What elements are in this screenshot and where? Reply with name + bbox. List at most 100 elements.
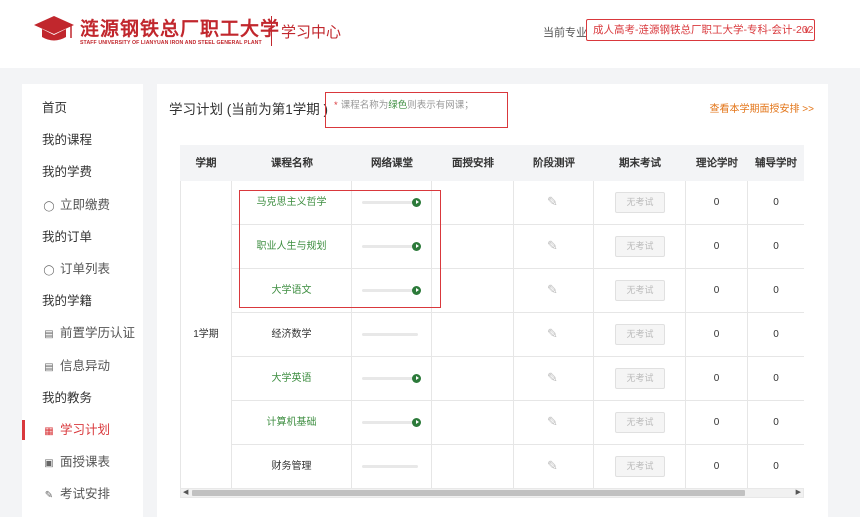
column-header-7: 辅导学时 [755, 157, 797, 169]
table-header: 学期 课程名称 网络课堂 面授安排 阶段测评 期末考试 理论学时 辅导学时 [180, 145, 804, 181]
logo-subtext: STAFF UNIVERSITY OF LIANYUAN IRON AND ST… [80, 40, 262, 46]
sidebar-item-1[interactable]: 我的课程 [22, 124, 143, 156]
table-row: 计算机基础 ✎ 无考试 0 0 [232, 401, 804, 445]
stage-test-cell: ✎ [514, 181, 594, 224]
no-exam-button[interactable]: 无考试 [615, 368, 665, 389]
face-schedule-cell [432, 313, 514, 356]
sidebar-item-label: 我的订单 [42, 229, 93, 244]
sidebar-item-5[interactable]: ◯ 订单列表 [22, 253, 143, 285]
course-name[interactable]: 职业人生与规划 [232, 225, 352, 268]
course-name[interactable]: 计算机基础 [232, 401, 352, 444]
sidebar-item-12[interactable]: ✎ 考试安排 [22, 478, 143, 510]
no-exam-button[interactable]: 无考试 [615, 236, 665, 257]
column-header-3: 面授安排 [452, 157, 494, 169]
sidebar-item-8[interactable]: ▤ 信息异动 [22, 350, 143, 382]
scroll-left-icon[interactable]: ◀ [183, 489, 188, 497]
theory-hours: 0 [686, 313, 748, 356]
stage-test-cell: ✎ [514, 313, 594, 356]
theory-hours: 0 [686, 181, 748, 224]
tutor-hours: 0 [773, 373, 779, 384]
sidebar-item-label: 首页 [42, 101, 68, 115]
sidebar-item-label: 立即缴费 [60, 197, 111, 212]
scrollbar-thumb[interactable] [192, 490, 745, 496]
no-exam-button[interactable]: 无考试 [615, 324, 665, 345]
progress-bar [362, 421, 418, 424]
tutor-hours: 0 [773, 197, 779, 208]
sidebar-item-2[interactable]: 我的学费 [22, 156, 143, 188]
course-name[interactable]: 马克思主义哲学 [232, 181, 352, 224]
logo[interactable]: 涟源钢铁总厂职工大学 STAFF UNIVERSITY OF LIANYUAN … [34, 12, 279, 52]
note-prefix: 课程名称为 [340, 100, 389, 111]
play-icon[interactable] [412, 286, 421, 295]
horizontal-scrollbar[interactable]: ◀ ▶ [180, 488, 804, 498]
sidebar-item-7[interactable]: ▤ 前置学历认证 [22, 317, 143, 349]
table-row: 财务管理 ✎ 无考试 0 0 [232, 445, 804, 489]
sidebar-item-10[interactable]: ▦ 学习计划 [22, 414, 143, 446]
calendar-icon: ▣ [44, 458, 54, 470]
tutor-hours: 0 [773, 241, 779, 252]
edit-icon[interactable]: ✎ [547, 326, 558, 342]
sidebar-item-4[interactable]: 我的订单 [22, 221, 143, 253]
logo-text: 涟源钢铁总厂职工大学 [80, 19, 281, 40]
header-subtitle: 学习中心 [281, 24, 342, 41]
stage-test-cell: ✎ [514, 269, 594, 312]
edit-icon[interactable]: ✎ [547, 458, 558, 474]
online-class-cell [352, 445, 432, 488]
edit-icon[interactable]: ✎ [547, 194, 558, 210]
edit-icon[interactable]: ✎ [547, 282, 558, 298]
final-exam-cell: 无考试 [594, 225, 686, 268]
play-icon[interactable] [412, 374, 421, 383]
sidebar-item-label: 面授课表 [60, 455, 111, 470]
theory-hours: 0 [686, 445, 748, 488]
no-exam-button[interactable]: 无考试 [615, 412, 665, 433]
progress-bar [362, 377, 418, 380]
document-icon: ▤ [44, 329, 54, 341]
column-header-2: 网络课堂 [371, 157, 413, 169]
table-row: 职业人生与规划 ✎ 无考试 0 0 [232, 225, 804, 269]
note-star: * [334, 100, 338, 111]
sidebar-item-11[interactable]: ▣ 面授课表 [22, 446, 143, 478]
header: 涟源钢铁总厂职工大学 STAFF UNIVERSITY OF LIANYUAN … [0, 0, 860, 68]
final-exam-cell: 无考试 [594, 401, 686, 444]
scroll-right-icon[interactable]: ▶ [796, 489, 801, 497]
play-icon[interactable] [412, 418, 421, 427]
main-panel: 学习计划 (当前为第1学期 ) * 课程名称为绿色则表示有网课； 查看本学期面授安… [157, 84, 828, 517]
sidebar-item-label: 考试安排 [60, 487, 111, 502]
course-name[interactable]: 经济数学 [232, 313, 352, 356]
graduation-cap-icon [34, 16, 74, 41]
theory-hours: 0 [686, 357, 748, 400]
online-class-cell [352, 401, 432, 444]
column-header-4: 阶段测评 [533, 157, 575, 169]
theory-hours: 0 [686, 401, 748, 444]
table-row: 经济数学 ✎ 无考试 0 0 [232, 313, 804, 357]
course-name[interactable]: 财务管理 [232, 445, 352, 488]
no-exam-button[interactable]: 无考试 [615, 280, 665, 301]
stage-test-cell: ✎ [514, 357, 594, 400]
course-name[interactable]: 大学英语 [232, 357, 352, 400]
edit-icon: ✎ [44, 490, 54, 502]
table-row: 马克思主义哲学 ✎ 无考试 0 0 [232, 181, 804, 225]
sidebar-item-label: 订单列表 [60, 262, 111, 276]
view-face-schedule-link[interactable]: 查看本学期面授安排 >> [710, 100, 814, 115]
major-select[interactable]: 成人高考-涟源钢铁总厂职工大学-专科-会计-2021 ∨ [586, 19, 815, 41]
theory-hours: 0 [686, 225, 748, 268]
sidebar-item-3[interactable]: ◯ 立即缴费 [22, 189, 143, 221]
edit-icon[interactable]: ✎ [547, 370, 558, 386]
course-name[interactable]: 大学语文 [232, 269, 352, 312]
play-icon[interactable] [412, 242, 421, 251]
online-class-cell [352, 313, 432, 356]
sidebar-item-label: 我的学籍 [42, 294, 93, 309]
sidebar-item-9[interactable]: 我的教务 [22, 382, 143, 414]
face-schedule-cell [432, 445, 514, 488]
final-exam-cell: 无考试 [594, 445, 686, 488]
progress-bar [362, 333, 418, 336]
edit-icon[interactable]: ✎ [547, 414, 558, 430]
sidebar-item-6[interactable]: 我的学籍 [22, 285, 143, 317]
play-icon[interactable] [412, 198, 421, 207]
no-exam-button[interactable]: 无考试 [615, 456, 665, 477]
edit-icon[interactable]: ✎ [547, 238, 558, 254]
no-exam-button[interactable]: 无考试 [615, 192, 665, 213]
column-header-5: 期末考试 [619, 157, 661, 169]
sidebar-item-0[interactable]: 首页 [22, 92, 143, 124]
note-suffix: 则表示有网课； [407, 100, 474, 111]
